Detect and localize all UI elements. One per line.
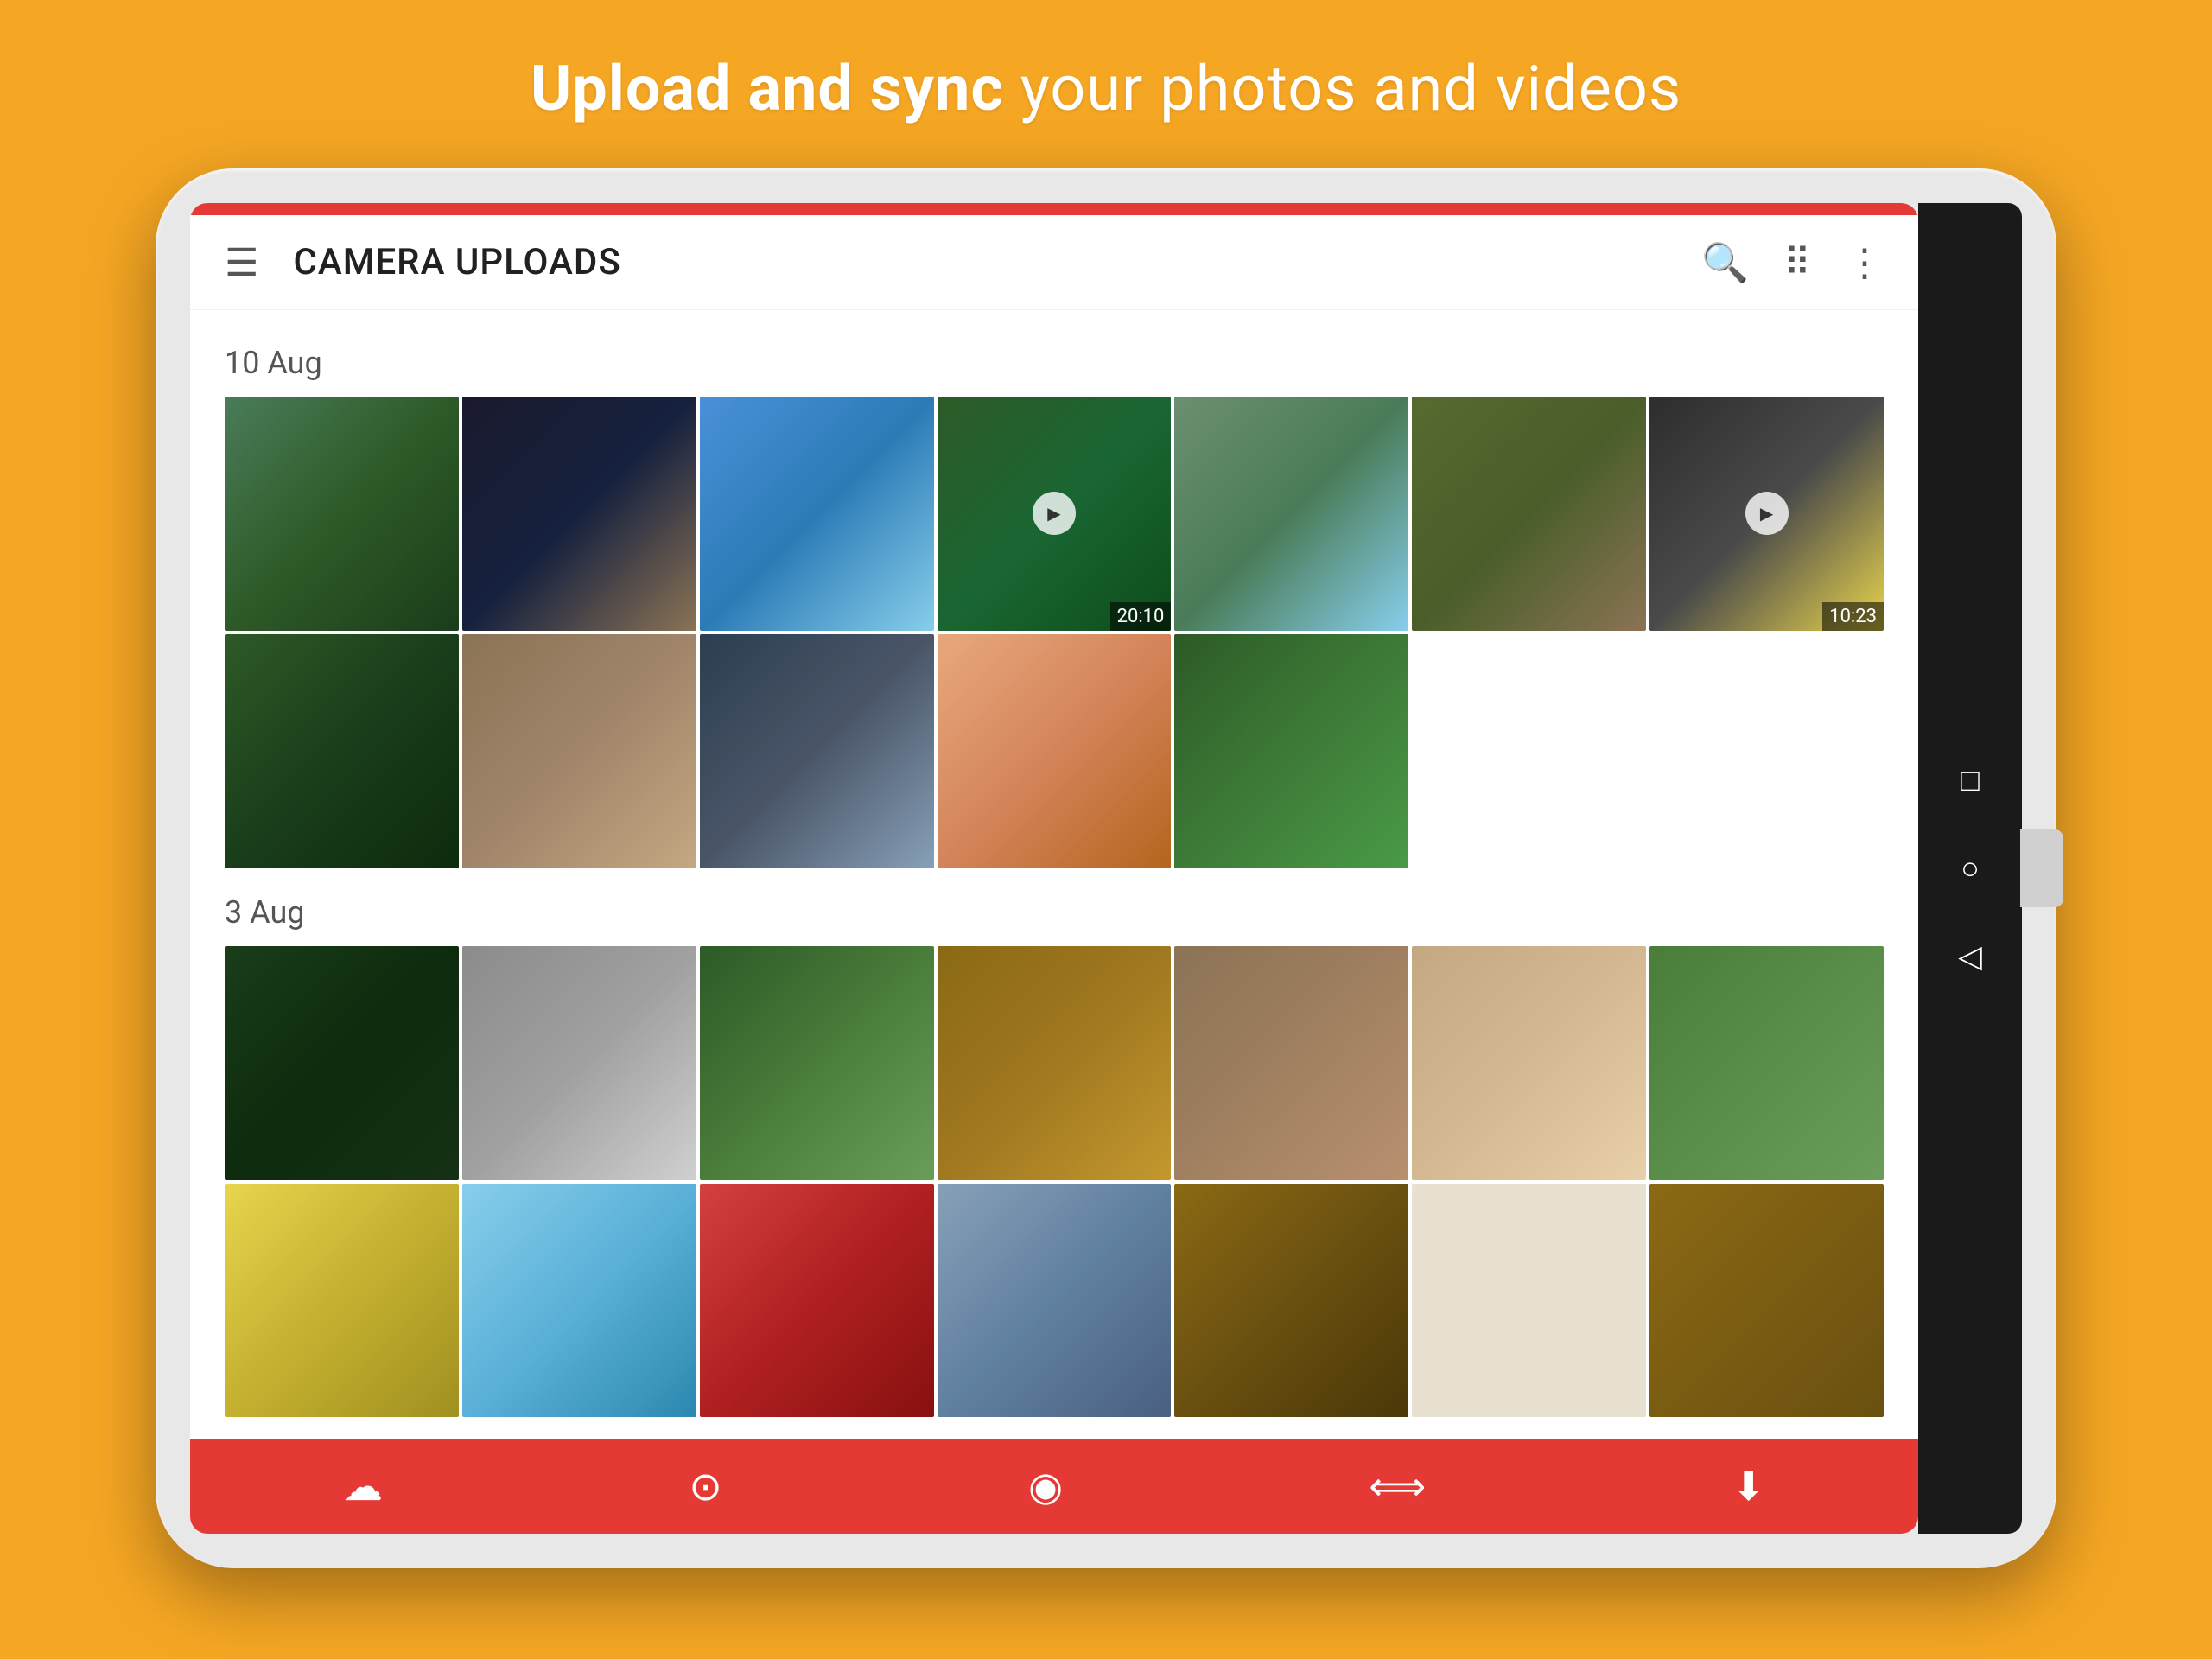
home-button[interactable] <box>2020 830 2063 907</box>
date-label-aug3: 3 Aug <box>225 894 1884 931</box>
app-title: CAMERA UPLOADS <box>293 241 1701 283</box>
cloud-upload-icon[interactable]: ☁ <box>343 1463 383 1510</box>
bubble-icon[interactable]: ◉ <box>1028 1463 1063 1510</box>
photo-cell[interactable] <box>225 634 459 868</box>
photo-cell[interactable] <box>462 1184 696 1418</box>
photo-cell[interactable] <box>1174 1184 1408 1418</box>
top-accent-bar <box>190 203 1918 215</box>
empty-cell <box>1412 1184 1646 1418</box>
empty-cell <box>1412 634 1646 868</box>
bottom-nav-bar: ☁ ⊙ ◉ ⟺ ⬇ <box>190 1439 1918 1534</box>
photo-grid-aug3 <box>225 946 1884 1418</box>
photo-cell[interactable] <box>225 1184 459 1418</box>
back-button[interactable]: ◁ <box>1958 938 1982 975</box>
photo-cell[interactable] <box>1174 634 1408 868</box>
photo-cell[interactable] <box>700 1184 934 1418</box>
more-options-icon[interactable]: ⋮ <box>1846 240 1884 285</box>
headline: Upload and sync your photos and videos <box>531 52 1681 125</box>
photo-cell[interactable] <box>1412 946 1646 1180</box>
headline-bold: Upload and sync <box>531 52 1004 125</box>
photo-cell[interactable] <box>938 634 1172 868</box>
circle-button[interactable]: ○ <box>1961 850 1980 887</box>
grid-view-icon[interactable]: ⠿ <box>1783 240 1811 285</box>
photo-cell[interactable] <box>1174 946 1408 1180</box>
camera-icon[interactable]: ⊙ <box>689 1463 722 1510</box>
download-icon[interactable]: ⬇ <box>1732 1463 1765 1510</box>
photo-cell[interactable] <box>225 397 459 631</box>
tablet-device: ☰ CAMERA UPLOADS 🔍 ⠿ ⋮ 10 Aug ▶ 20:10 <box>156 168 2056 1568</box>
photo-cell[interactable] <box>700 634 934 868</box>
photo-cell[interactable] <box>938 1184 1172 1418</box>
tablet-screen: ☰ CAMERA UPLOADS 🔍 ⠿ ⋮ 10 Aug ▶ 20:10 <box>190 203 1918 1534</box>
play-button[interactable]: ▶ <box>1745 492 1789 535</box>
play-button[interactable]: ▶ <box>1033 492 1076 535</box>
empty-cell <box>1649 634 1884 868</box>
headline-regular: your photos and videos <box>1004 52 1681 125</box>
photo-cell[interactable] <box>1649 1184 1884 1418</box>
photo-cell[interactable] <box>700 946 934 1180</box>
video-cell[interactable]: ▶ 10:23 <box>1649 397 1884 631</box>
video-duration: 20:10 <box>1110 602 1172 631</box>
toolbar-icons: 🔍 ⠿ ⋮ <box>1701 240 1884 285</box>
square-button[interactable]: □ <box>1961 762 1980 798</box>
sync-icon[interactable]: ⟺ <box>1369 1463 1426 1510</box>
photo-cell[interactable] <box>462 634 696 868</box>
photo-cell[interactable] <box>1412 397 1646 631</box>
search-icon[interactable]: 🔍 <box>1701 240 1749 285</box>
photo-cell[interactable] <box>462 397 696 631</box>
photo-cell[interactable] <box>700 397 934 631</box>
date-label-aug10: 10 Aug <box>225 345 1884 381</box>
video-duration: 10:23 <box>1822 602 1884 631</box>
photo-grid-aug10: ▶ 20:10 ▶ 10:23 <box>225 397 1884 868</box>
hamburger-icon[interactable]: ☰ <box>225 244 258 282</box>
android-nav-bar: □ ○ ◁ <box>1918 203 2022 1534</box>
photo-content: 10 Aug ▶ 20:10 ▶ 10:23 <box>190 310 1918 1439</box>
photo-cell[interactable] <box>1649 946 1884 1180</box>
photo-cell[interactable] <box>462 946 696 1180</box>
photo-cell[interactable] <box>225 946 459 1180</box>
photo-cell[interactable] <box>938 946 1172 1180</box>
app-bar: ☰ CAMERA UPLOADS 🔍 ⠿ ⋮ <box>190 215 1918 310</box>
video-cell[interactable]: ▶ 20:10 <box>938 397 1172 631</box>
photo-cell[interactable] <box>1174 397 1408 631</box>
